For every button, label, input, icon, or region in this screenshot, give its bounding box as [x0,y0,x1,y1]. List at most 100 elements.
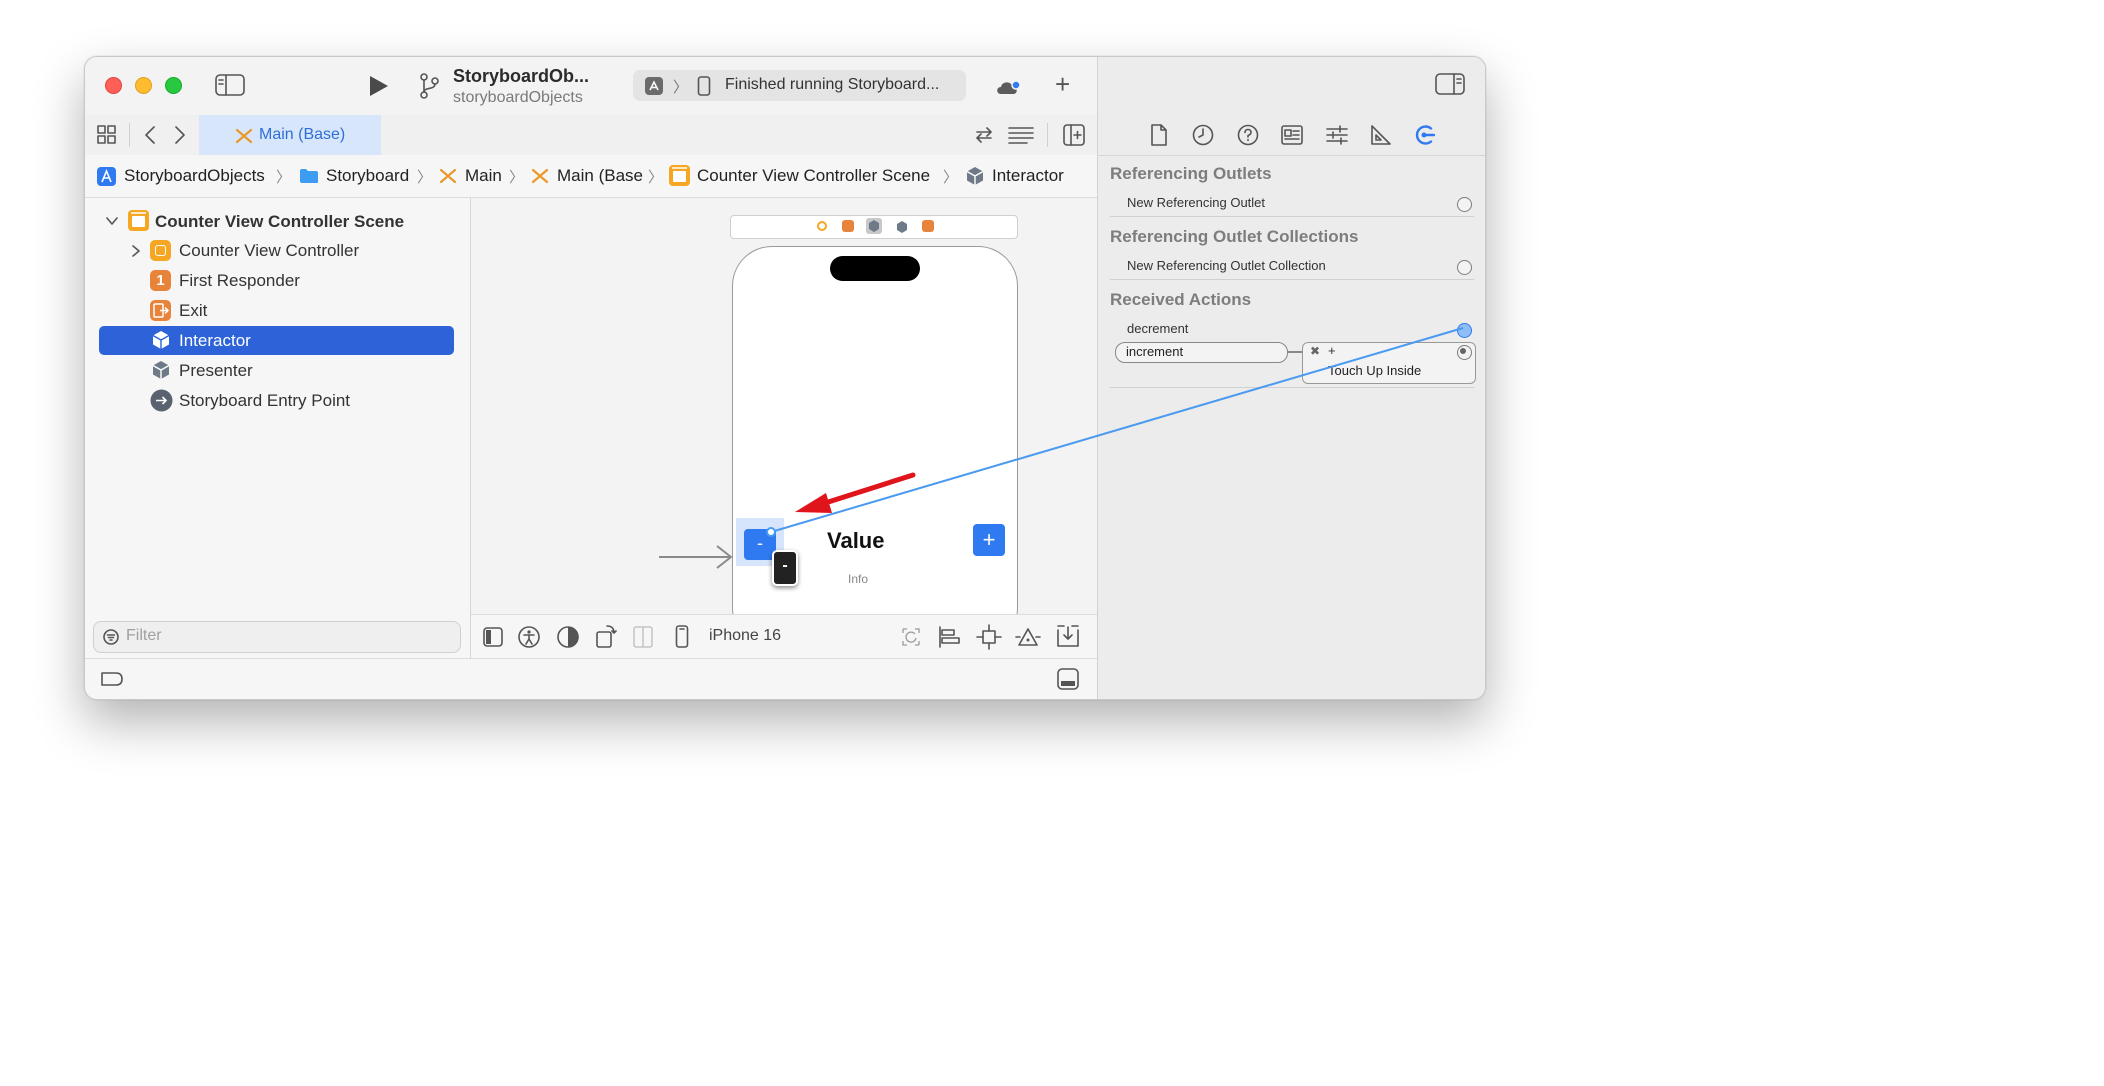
action-increment-label: increment [1126,344,1184,359]
add-button[interactable]: + [1055,69,1070,100]
interactor-dock-icon[interactable] [866,218,882,234]
iphone-icon [697,76,711,96]
outline-item-first-responder[interactable]: 1 First Responder [99,266,454,295]
align-icon[interactable] [937,625,961,649]
new-referencing-outlet-well[interactable] [1457,197,1472,212]
breadcrumb-interactor[interactable]: Interactor [992,166,1064,186]
outline-item-label: First Responder [179,271,300,290]
breadcrumb-project[interactable]: StoryboardObjects [124,166,265,186]
forward-icon[interactable] [173,125,187,145]
inspector-toggle-icon[interactable] [1435,73,1465,95]
new-referencing-outlet-collection-well[interactable] [1457,260,1472,275]
add-constraints-icon[interactable] [976,624,1002,650]
bottom-bar [85,658,1097,699]
chevron-down-icon[interactable] [105,215,119,227]
breadcrumb-scene[interactable]: Counter View Controller Scene [697,166,930,186]
outline-item-exit[interactable]: Exit [99,296,454,325]
connection-event-label: Touch Up Inside [1328,363,1422,378]
resolve-issues-icon[interactable] [1015,625,1041,649]
help-inspector-icon[interactable] [1237,124,1259,146]
outline-item-label: Storyboard Entry Point [179,391,351,410]
tag-shape-icon[interactable] [100,671,124,687]
scheme-name[interactable]: storyboardObjects [453,89,583,107]
orientation-icon[interactable] [595,623,617,649]
chevron-right-icon: 〉 [417,169,433,186]
device-selector[interactable]: iPhone 16 [709,627,781,645]
connection-box: ✖ + Touch Up Inside [1302,342,1476,384]
split-view-icon[interactable] [633,626,653,648]
swap-icon[interactable] [973,125,995,145]
minimize-window-button[interactable] [135,77,152,94]
add-editor-icon[interactable] [1063,124,1085,146]
sidebar-toggle-icon[interactable] [215,74,245,96]
outline-item-presenter[interactable]: Presenter [99,356,454,385]
first-responder-dock-icon[interactable] [842,220,854,232]
cloud-icon[interactable] [995,77,1023,97]
zoom-window-button[interactable] [165,77,182,94]
refresh-constraints-icon[interactable] [899,625,923,649]
storyboard-canvas[interactable]: - Value + Info - [471,198,1097,648]
first-responder-icon: 1 [150,270,171,291]
editor-options-icon[interactable] [1007,125,1035,145]
value-label[interactable]: Value [827,528,884,554]
filter-field[interactable]: Filter [93,621,461,653]
view-controller-icon [150,240,171,261]
action-increment-well[interactable] [1457,345,1472,360]
iphone-frame [732,246,1018,648]
branch-icon[interactable] [417,71,441,101]
inspector-tabs [1098,115,1485,156]
chevron-right-icon[interactable] [131,244,141,258]
outline-item-interactor[interactable]: Interactor [99,326,454,355]
scene-dock [730,215,1018,239]
info-label[interactable]: Info [848,572,868,586]
chevron-right-icon: 〉 [276,169,292,186]
action-increment-pill[interactable]: increment [1115,342,1288,363]
appearance-icon[interactable] [557,626,579,648]
object-cube-icon [966,167,984,185]
debug-area-toggle-icon[interactable] [1057,668,1079,690]
back-icon[interactable] [143,125,157,145]
connections-inspector-icon[interactable] [1414,123,1438,147]
history-inspector-icon[interactable] [1192,124,1214,146]
increment-button[interactable]: + [973,524,1005,556]
presenter-dock-icon[interactable] [895,220,909,234]
action-decrement-well[interactable] [1457,323,1472,338]
inspector-panel: Referencing Outlets New Referencing Outl… [1097,57,1485,699]
size-inspector-icon[interactable] [1370,124,1392,146]
view-controller-dock-icon[interactable] [817,221,827,231]
accessibility-icon[interactable] [518,626,540,648]
scene-title[interactable]: Counter View Controller Scene [155,212,404,232]
file-inspector-icon[interactable] [1150,124,1168,146]
xcode-project-icon [97,167,116,186]
embed-in-icon[interactable] [1056,624,1080,648]
action-decrement-label: decrement [1127,321,1189,336]
identity-inspector-icon[interactable] [1281,125,1303,145]
storyboard-icon [531,168,549,184]
outline-toggle-icon[interactable] [483,627,503,647]
filter-icon [103,629,119,645]
storyboard-icon [235,128,253,144]
breadcrumb-main[interactable]: Main [465,166,502,186]
outline-item-label: Exit [179,301,208,320]
attributes-inspector-icon[interactable] [1326,125,1348,145]
outline-item-storyboard-entry-point[interactable]: Storyboard Entry Point [99,386,454,415]
grid-icon[interactable] [97,125,117,145]
entry-point-arrow-icon [659,545,733,569]
run-button[interactable] [367,74,391,98]
new-referencing-outlet-collection-label: New Referencing Outlet Collection [1127,258,1326,273]
inspector-top-bar [1098,57,1485,115]
breadcrumb-folder[interactable]: Storyboard [326,166,414,186]
remove-connection-button[interactable]: ✖ [1310,344,1320,358]
connection-target-label: + [1328,343,1336,358]
device-icon[interactable] [675,625,689,649]
tab-main-base[interactable]: Main (Base) [199,115,381,155]
outline-item-counter-view-controller[interactable]: Counter View Controller [99,236,454,265]
chevron-right-icon: 〉 [673,79,689,96]
breadcrumb-main-base[interactable]: Main (Base [557,166,645,186]
project-title[interactable]: StoryboardOb... [453,66,589,87]
exit-dock-icon[interactable] [922,220,934,232]
object-cube-icon [152,331,170,349]
close-window-button[interactable] [105,77,122,94]
tab-label: Main (Base) [259,126,346,143]
activity-status[interactable]: 〉 Finished running Storyboard... [633,70,966,101]
